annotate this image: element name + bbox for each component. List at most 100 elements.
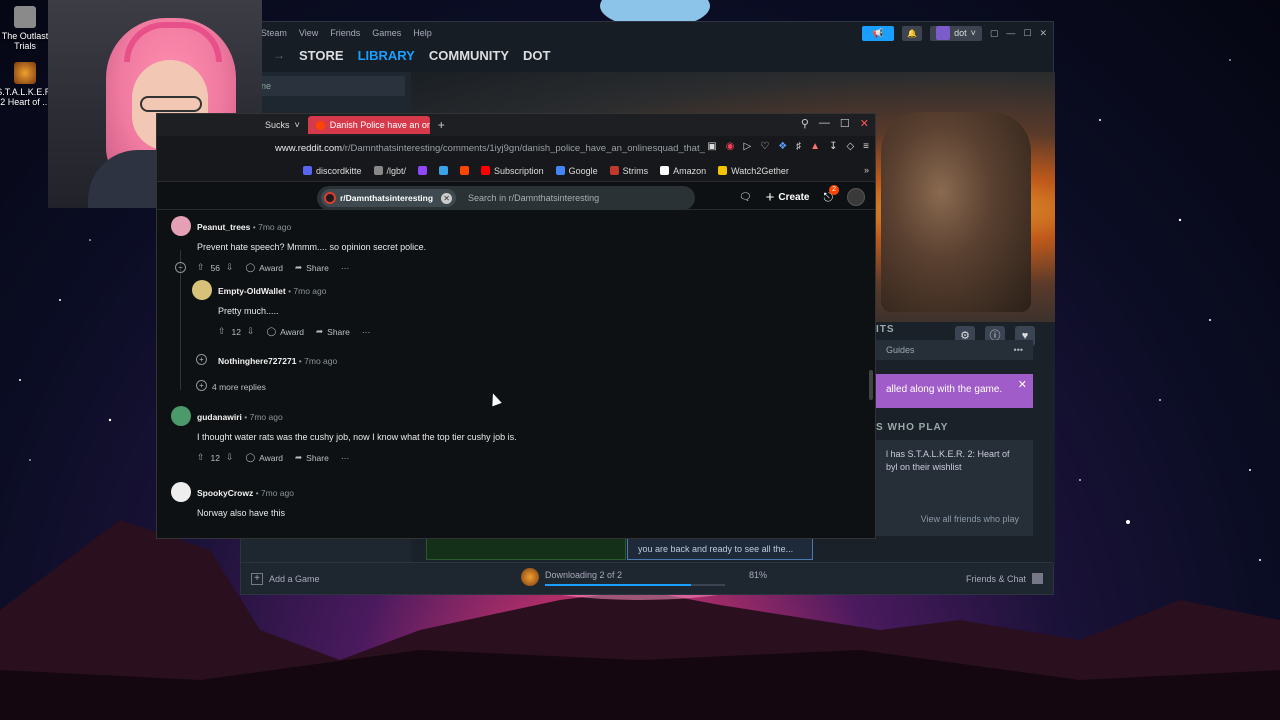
guides-tab[interactable]: Guides •••	[876, 340, 1033, 360]
maximize-icon[interactable]: ☐	[1023, 28, 1031, 39]
download-icon[interactable]: ↧	[829, 141, 837, 152]
upvote-icon[interactable]: ⇧	[197, 262, 205, 273]
avatar[interactable]	[847, 188, 865, 206]
steam-menu-friends[interactable]: Friends	[330, 28, 360, 38]
extensions-icon[interactable]: ♯	[796, 141, 801, 152]
share-button[interactable]: ➦ Share	[295, 262, 329, 273]
nav-profile[interactable]: DOT	[523, 48, 550, 63]
pocket-icon[interactable]: ◉	[726, 141, 735, 152]
subreddit-search[interactable]: r/Damnthatsinteresting ✕ Search in r/Dam…	[317, 186, 695, 210]
heart-icon[interactable]: ♡	[760, 141, 769, 152]
forward-arrow-icon[interactable]: →	[273, 48, 285, 62]
chevron-right-icon[interactable]: »	[864, 165, 869, 175]
vote-count: 12	[210, 452, 221, 463]
more-options-icon[interactable]: ···	[362, 327, 371, 337]
bookmark-label: Watch2Gether	[731, 165, 789, 176]
comment-author[interactable]: Nothinghere727271	[218, 356, 296, 366]
close-icon[interactable]: ✕	[860, 117, 869, 130]
share-button[interactable]: ➦ Share	[316, 326, 350, 337]
steam-user-menu[interactable]: dot ˅	[930, 25, 982, 41]
lock-icon[interactable]: ◇	[846, 141, 854, 152]
chat-icon[interactable]: 🗨	[739, 192, 752, 203]
bell-icon[interactable]: 🔔	[902, 25, 923, 41]
bookmark-label: Google	[568, 165, 598, 176]
bookmark-item[interactable]	[439, 166, 449, 175]
downvote-icon[interactable]: ⇩	[247, 326, 255, 337]
steam-menu-view[interactable]: View	[299, 28, 318, 38]
minimize-icon[interactable]: —	[819, 117, 830, 130]
add-game-button[interactable]: + Add a Game	[251, 573, 320, 585]
friends-chat-button[interactable]: Friends & Chat	[966, 573, 1043, 584]
tab-previous[interactable]: Sucks ˅	[257, 116, 308, 134]
comment-author[interactable]: gudanawiri	[197, 412, 242, 422]
more-options-icon[interactable]: ···	[341, 263, 350, 273]
library-search[interactable]: ne	[247, 76, 405, 96]
more-options-icon[interactable]: ···	[341, 453, 350, 463]
steam-status-bar: + Add a Game Downloading 2 of 2 81% Frie…	[241, 562, 1053, 594]
bookmark-item[interactable]: Subscription	[481, 166, 544, 176]
bookmark-icon	[303, 166, 312, 175]
upvote-icon[interactable]: ⇧	[197, 452, 205, 463]
award-button[interactable]: ◯ Award	[246, 452, 283, 463]
plus-icon: +	[251, 573, 263, 585]
award-button[interactable]: ◯ Award	[267, 326, 304, 337]
bookmark-item[interactable]: Amazon	[660, 166, 706, 176]
nav-store[interactable]: STORE	[299, 48, 344, 63]
monitor-icon[interactable]: ▢	[990, 28, 999, 39]
more-replies-link[interactable]: + 4 more replies	[157, 378, 457, 394]
play-icon[interactable]: ▷	[744, 141, 752, 152]
url-text[interactable]: www.reddit.com/r/Damnthatsinteresting/co…	[275, 143, 705, 154]
award-button[interactable]: ◯ Award	[246, 262, 283, 273]
new-tab-button[interactable]: +	[438, 118, 445, 132]
downvote-icon[interactable]: ⇩	[226, 452, 234, 463]
bookmark-item[interactable]	[460, 166, 470, 175]
expand-icon[interactable]: +	[196, 354, 207, 365]
bookmark-item[interactable]: Strims	[609, 166, 648, 176]
bookmark-item[interactable]: Watch2Gether	[718, 166, 789, 176]
nav-library[interactable]: LIBRARY	[358, 48, 415, 63]
create-button[interactable]: + Create	[766, 189, 810, 206]
notifications-button[interactable]: ⎋ 2	[824, 184, 839, 205]
comment-author[interactable]: Empty-OldWallet	[218, 286, 286, 296]
audio-icon[interactable]: ❖	[778, 141, 787, 152]
close-icon[interactable]: ✕	[441, 192, 453, 204]
collapse-icon[interactable]: −	[175, 262, 186, 273]
bookmark-item[interactable]: Google	[555, 165, 598, 176]
nav-community[interactable]: COMMUNITY	[429, 48, 509, 63]
news-thumbnail[interactable]	[426, 538, 626, 560]
desktop-icon-outlast[interactable]: The Outlast Trials	[0, 6, 55, 51]
downvote-icon[interactable]: ⇩	[226, 262, 234, 273]
subreddit-chip[interactable]: r/Damnthatsinteresting ✕	[321, 189, 457, 207]
steam-menu-games[interactable]: Games	[372, 28, 401, 38]
desktop-icon-stalker[interactable]: S.T.A.L.K.E.R. 2 Heart of ...	[0, 62, 55, 107]
shield-icon[interactable]: ▲	[810, 141, 820, 152]
avatar[interactable]	[171, 406, 191, 426]
avatar[interactable]	[171, 482, 191, 502]
upvote-icon[interactable]: ⇧	[218, 326, 226, 337]
comment-author[interactable]: Peanut_trees	[197, 222, 250, 232]
comment-collapsed: + Nothinghere727271 • 7mo ago	[157, 352, 857, 372]
bookmark-item[interactable]: /lgbt/	[373, 166, 406, 176]
steam-menu-help[interactable]: Help	[413, 28, 432, 38]
address-bar[interactable]: www.reddit.com/r/Damnthatsinteresting/co…	[157, 136, 875, 160]
maximize-icon[interactable]: ☐	[840, 117, 850, 130]
menu-icon[interactable]: ≡	[863, 141, 869, 152]
close-icon[interactable]: ✕	[1018, 378, 1027, 391]
comment-author[interactable]: SpookyCrowz	[197, 488, 253, 498]
news-item[interactable]: you are back and ready to see all the...	[627, 538, 813, 560]
bookmark-item[interactable]	[418, 166, 428, 175]
share-button[interactable]: ➦ Share	[295, 452, 329, 463]
screenshot-icon[interactable]: ▣	[707, 141, 716, 152]
close-icon[interactable]: ✕	[1039, 28, 1047, 39]
avatar[interactable]	[192, 280, 212, 300]
minimize-icon[interactable]: —	[1006, 28, 1015, 38]
search-icon[interactable]: ⚲	[801, 117, 809, 130]
scrollbar-thumb[interactable]	[869, 370, 873, 400]
tab-active[interactable]: Danish Police have an onl	[307, 116, 430, 134]
scrollbar[interactable]	[867, 210, 875, 538]
avatar[interactable]	[171, 216, 191, 236]
view-all-friends-link[interactable]: View all friends who play	[921, 513, 1019, 526]
bookmark-item[interactable]: discordkitte	[303, 166, 362, 176]
more-icon[interactable]: •••	[1014, 345, 1023, 355]
megaphone-icon[interactable]: 📢	[862, 25, 895, 41]
